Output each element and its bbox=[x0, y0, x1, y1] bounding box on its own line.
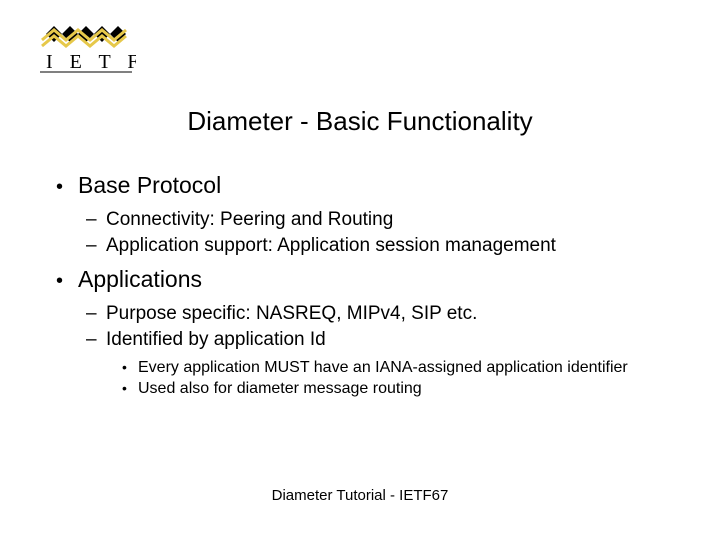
bullet-text: Application support: Application session… bbox=[106, 235, 556, 256]
ietf-logo: I E T F bbox=[36, 24, 136, 76]
bullet-text: Connectivity: Peering and Routing bbox=[106, 209, 393, 230]
slide: I E T F Diameter - Basic Functionality B… bbox=[0, 0, 720, 540]
bullet-base-protocol: Base Protocol Connectivity: Peering and … bbox=[56, 170, 680, 258]
slide-footer: Diameter Tutorial - IETF67 bbox=[0, 487, 720, 504]
bullet-text: Base Protocol bbox=[78, 172, 221, 198]
bullet-text: Purpose specific: NASREQ, MIPv4, SIP etc… bbox=[106, 303, 477, 324]
bullet-text: Applications bbox=[78, 266, 202, 292]
slide-body: Base Protocol Connectivity: Peering and … bbox=[56, 170, 680, 406]
bullet-purpose-specific: Purpose specific: NASREQ, MIPv4, SIP etc… bbox=[86, 301, 680, 327]
bullet-connectivity: Connectivity: Peering and Routing bbox=[86, 207, 680, 233]
bullet-iana-id: Every application MUST have an IANA-assi… bbox=[122, 357, 680, 379]
bullet-identified-by-id: Identified by application Id Every appli… bbox=[86, 327, 680, 400]
bullet-text: Every application MUST have an IANA-assi… bbox=[138, 359, 628, 376]
slide-title: Diameter - Basic Functionality bbox=[0, 106, 720, 137]
bullet-text: Used also for diameter message routing bbox=[138, 380, 422, 397]
logo-text: I E T F bbox=[46, 51, 136, 73]
bullet-text: Identified by application Id bbox=[106, 329, 326, 350]
bullet-msg-routing: Used also for diameter message routing bbox=[122, 378, 680, 400]
bullet-app-support: Application support: Application session… bbox=[86, 233, 680, 259]
bullet-applications: Applications Purpose specific: NASREQ, M… bbox=[56, 264, 680, 400]
